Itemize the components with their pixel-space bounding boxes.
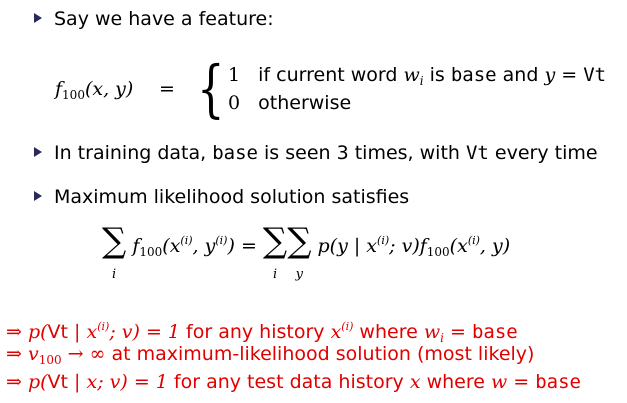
bullet-training-data: In training data, base is seen 3 times, … (34, 141, 598, 165)
implies-arrow-icon: ⇒ (6, 343, 22, 365)
implication-2: ⇒ v100 → ∞ at maximum-likelihood solutio… (6, 343, 535, 367)
slide: Say we have a feature: f100(x, y) = { 1 … (0, 0, 627, 403)
sum-symbol: ∑ y (287, 221, 312, 282)
ml-equation: ∑ i f100(x(i), y(i)) = ∑ i ∑ y p(y | x(i); v… (102, 221, 511, 282)
bullet-triangle-icon (34, 191, 42, 201)
bullet-feature-intro: Say we have a feature: (34, 7, 274, 31)
bullet-triangle-icon (34, 147, 42, 157)
equals-sign: = (159, 78, 175, 100)
left-brace: { (197, 52, 225, 125)
feature-definition: f100(x, y) = { 1 if current word wi is b… (55, 58, 625, 124)
bullet-text: Say we have a feature: (54, 8, 274, 30)
bullet-max-likelihood: Maximum likelihood solution satisfies (34, 185, 409, 209)
implication-3: ⇒ p(Vt | x; v) = 1 for any test data his… (6, 371, 581, 393)
sum-symbol: ∑ i (102, 221, 127, 282)
feature-lhs: f100(x, y) (55, 78, 134, 102)
implies-arrow-icon: ⇒ (6, 321, 22, 343)
implies-arrow-icon: ⇒ (6, 371, 22, 393)
case-1: 1 if current word wi is base and y = Vt (228, 64, 607, 88)
sum-symbol: ∑ i (262, 221, 288, 282)
bullet-triangle-icon (34, 13, 42, 23)
case-2: 0 otherwise (228, 92, 352, 114)
